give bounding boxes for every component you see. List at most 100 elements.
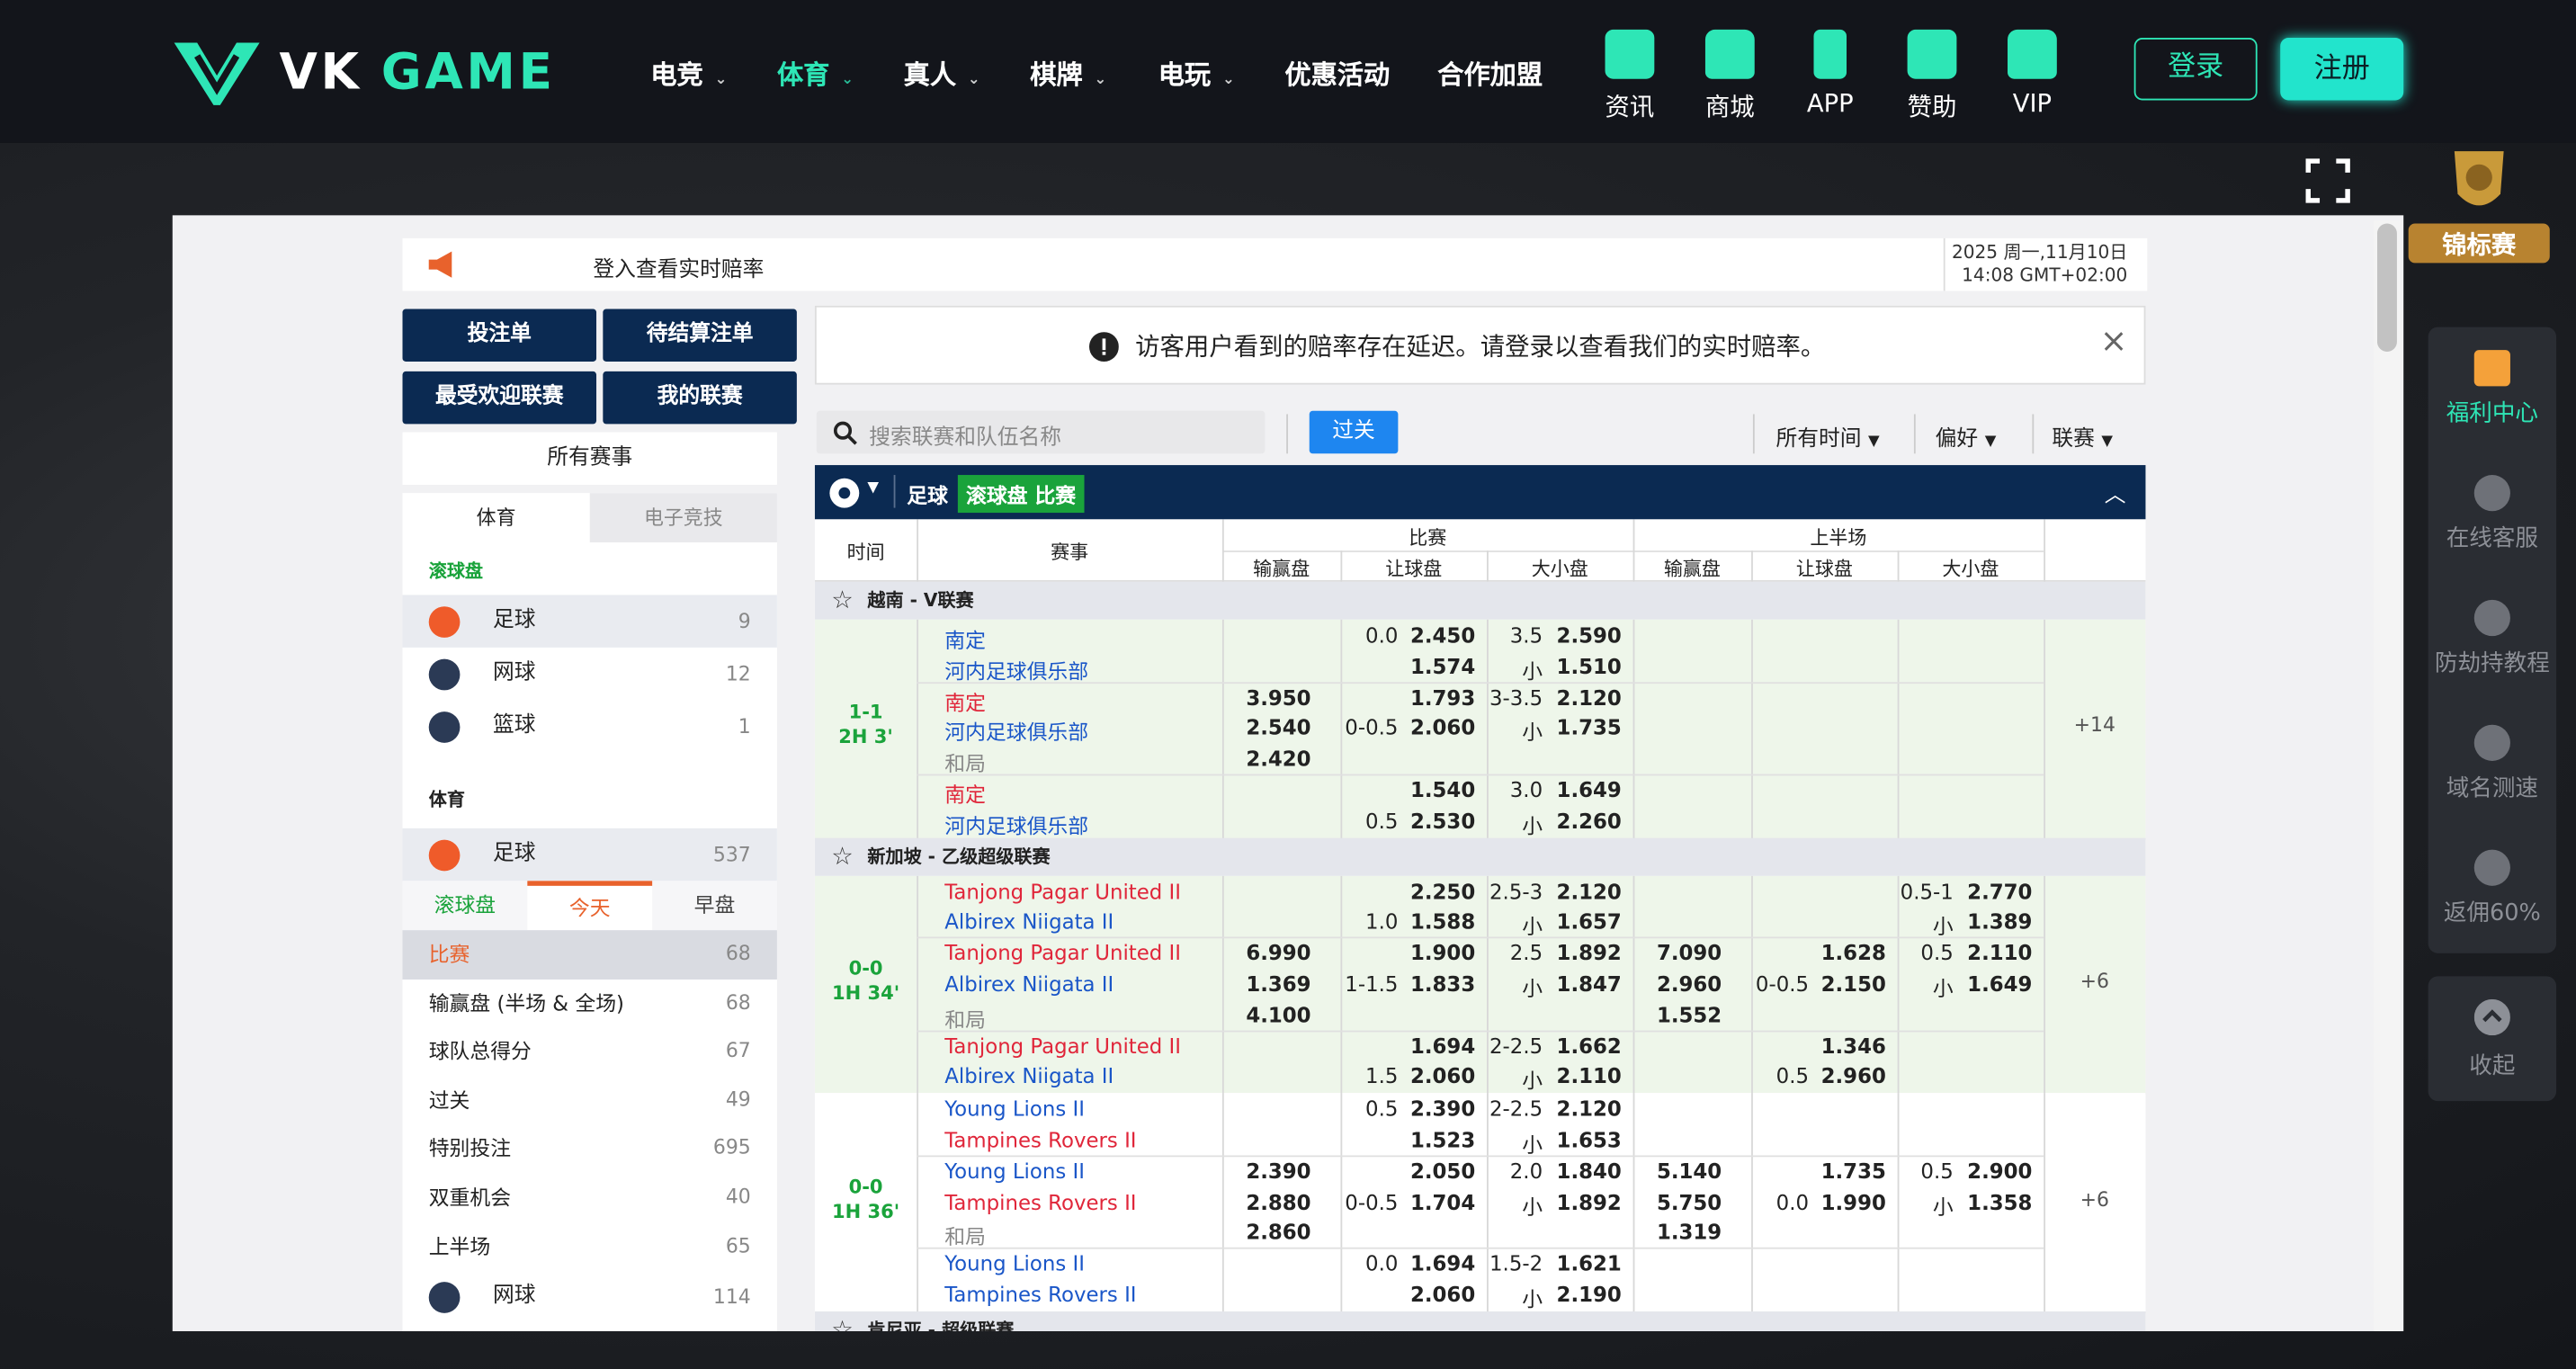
side-item-shield[interactable]: 防劫持教程 — [2428, 599, 2556, 679]
odds-1h-away[interactable]: 2.960 — [1657, 971, 1722, 996]
odds-1h-under[interactable]: 1.358 — [1967, 1189, 2032, 1213]
star-icon[interactable]: ☆ — [831, 1314, 854, 1331]
odds-over[interactable]: 1.840 — [1557, 1159, 1622, 1183]
odds-under[interactable]: 2.190 — [1557, 1282, 1622, 1306]
odds-handicap-home[interactable]: 1.540 — [1410, 777, 1475, 801]
away-team[interactable]: Tampines Rovers II — [944, 1127, 1136, 1151]
odds-under[interactable]: 1.510 — [1557, 654, 1622, 678]
away-team[interactable]: 河内足球俱乐部 — [944, 716, 1088, 747]
home-team[interactable]: Young Lions II — [944, 1096, 1085, 1121]
side-item-rocket[interactable]: 域名测速 — [2428, 724, 2556, 804]
odds-1h-handicap-home[interactable]: 1.735 — [1821, 1159, 1886, 1183]
login-message[interactable]: 登入查看实时赔率 — [593, 252, 764, 282]
odds-over[interactable]: 1.662 — [1557, 1033, 1622, 1058]
nav-item-5[interactable]: 优惠活动 — [1284, 52, 1390, 92]
odds-handicap-away[interactable]: 1.523 — [1410, 1127, 1475, 1151]
odds-1h-over[interactable]: 2.900 — [1967, 1159, 2032, 1183]
odds-draw[interactable]: 2.420 — [1246, 747, 1310, 771]
popular-leagues-button[interactable]: 最受欢迎联赛 — [402, 371, 597, 425]
away-team[interactable]: Albirex Niigata II — [944, 1064, 1114, 1088]
odds-handicap-home[interactable]: 1.694 — [1410, 1251, 1475, 1275]
collapse-button[interactable]: 收起 — [2428, 976, 2557, 1102]
tab-esports[interactable]: 电子竞技 — [589, 493, 777, 542]
odds-under[interactable]: 1.653 — [1557, 1127, 1622, 1151]
tab-sports[interactable]: 体育 — [402, 493, 590, 542]
odds-1h-under[interactable]: 1.649 — [1967, 971, 2032, 996]
odds-1h-handicap-away[interactable]: 2.960 — [1821, 1064, 1886, 1088]
home-team[interactable]: 南定 — [944, 684, 986, 716]
sport-soccer[interactable]: 足球 537 — [402, 828, 777, 881]
odds-handicap-away[interactable]: 1.833 — [1410, 971, 1475, 996]
odds-handicap-home[interactable]: 2.390 — [1410, 1096, 1475, 1121]
odds-away[interactable]: 2.540 — [1246, 716, 1310, 740]
filter-league[interactable]: 联赛 ▼ — [2052, 421, 2113, 452]
pending-bets-button[interactable]: 待结算注单 — [603, 309, 797, 362]
home-team[interactable]: Tanjong Pagar United II — [944, 940, 1181, 964]
odds-handicap-home[interactable]: 1.793 — [1410, 684, 1475, 709]
section-header[interactable]: ▼ 足球 滚球盘 比赛 ︿ — [814, 465, 2146, 520]
tool-shop[interactable]: 商城 — [1689, 29, 1771, 123]
odds-handicap-away[interactable]: 1.588 — [1410, 909, 1475, 934]
odds-1h-under[interactable]: 1.389 — [1967, 909, 2032, 934]
odds-1h-handicap-home[interactable]: 1.628 — [1821, 940, 1886, 964]
odds-1h-handicap-home[interactable]: 1.346 — [1821, 1033, 1886, 1058]
odds-home[interactable]: 3.950 — [1246, 684, 1310, 709]
filter-preference[interactable]: 偏好 ▼ — [1936, 421, 1997, 452]
market-item[interactable]: 双重机会 40 — [403, 1174, 777, 1222]
odds-handicap-away[interactable]: 2.530 — [1410, 809, 1475, 833]
odds-draw[interactable]: 4.100 — [1246, 1002, 1310, 1026]
odds-under[interactable]: 1.735 — [1557, 716, 1622, 740]
away-team[interactable]: 河内足球俱乐部 — [944, 654, 1088, 685]
market-item[interactable]: 比赛 68 — [402, 930, 777, 980]
odds-under[interactable]: 2.110 — [1557, 1064, 1622, 1088]
my-leagues-button[interactable]: 我的联赛 — [603, 371, 797, 425]
home-team[interactable]: Young Lions II — [944, 1251, 1085, 1275]
search-input[interactable]: 搜索联赛和队伍名称 — [816, 410, 1266, 454]
filter-time[interactable]: 所有时间 ▼ — [1775, 421, 1879, 452]
away-team[interactable]: 河内足球俱乐部 — [944, 809, 1088, 840]
odds-1h-handicap-away[interactable]: 2.150 — [1821, 971, 1886, 996]
odds-under[interactable]: 1.657 — [1557, 909, 1622, 934]
odds-home[interactable]: 6.990 — [1246, 940, 1310, 964]
login-button[interactable]: 登录 — [2133, 38, 2258, 101]
chevron-up-icon[interactable]: ︿ — [2105, 477, 2126, 507]
odds-under[interactable]: 1.847 — [1557, 971, 1622, 996]
odds-1h-home[interactable]: 5.140 — [1657, 1159, 1722, 1183]
tool-app[interactable]: APP — [1789, 29, 1871, 119]
odds-over[interactable]: 1.621 — [1557, 1251, 1622, 1275]
subtab-today[interactable]: 今天 — [527, 881, 653, 931]
away-team[interactable]: Tampines Rovers II — [944, 1282, 1136, 1306]
nav-item-3[interactable]: 棋牌 ⌄ — [1030, 52, 1106, 92]
tool-vip[interactable]: VIP — [1991, 29, 2073, 119]
fullscreen-icon[interactable] — [2305, 157, 2351, 203]
odds-handicap-home[interactable]: 2.450 — [1410, 622, 1475, 647]
away-team[interactable]: Albirex Niigata II — [944, 909, 1114, 934]
odds-home[interactable]: 2.390 — [1246, 1159, 1310, 1183]
odds-away[interactable]: 1.369 — [1246, 971, 1310, 996]
scrollbar-thumb[interactable] — [2376, 223, 2397, 353]
away-team[interactable]: Albirex Niigata II — [944, 971, 1114, 996]
odds-handicap-away[interactable]: 2.060 — [1410, 716, 1475, 740]
tool-sponsor[interactable]: 赞助 — [1891, 29, 1972, 123]
close-icon[interactable]: × — [2100, 320, 2128, 360]
star-icon[interactable]: ☆ — [831, 585, 854, 614]
odds-over[interactable]: 2.120 — [1557, 1096, 1622, 1121]
odds-over[interactable]: 1.649 — [1557, 777, 1622, 801]
nav-item-2[interactable]: 真人 ⌄ — [904, 52, 980, 92]
league-row[interactable]: 新加坡 - 乙级超级联赛 — [814, 837, 2146, 876]
subtab-early[interactable]: 早盘 — [652, 881, 777, 930]
odds-handicap-away[interactable]: 1.704 — [1410, 1189, 1475, 1213]
home-team[interactable]: Young Lions II — [944, 1159, 1085, 1183]
away-team[interactable]: Tampines Rovers II — [944, 1189, 1136, 1213]
more-markets-link[interactable]: +6 — [2044, 970, 2145, 993]
home-team[interactable]: 南定 — [944, 777, 986, 809]
tool-news[interactable]: 资讯 — [1588, 29, 1670, 123]
market-item[interactable]: 过关 49 — [403, 1076, 777, 1124]
market-item[interactable]: 特别投注 695 — [403, 1124, 777, 1173]
odds-over[interactable]: 2.120 — [1557, 879, 1622, 903]
nav-item-1[interactable]: 体育 ⌄ — [777, 52, 854, 92]
home-team[interactable]: Tanjong Pagar United II — [944, 879, 1181, 903]
nav-item-0[interactable]: 电竞 ⌄ — [650, 52, 727, 92]
odds-1h-away[interactable]: 5.750 — [1657, 1189, 1722, 1213]
odds-handicap-home[interactable]: 1.900 — [1410, 940, 1475, 964]
